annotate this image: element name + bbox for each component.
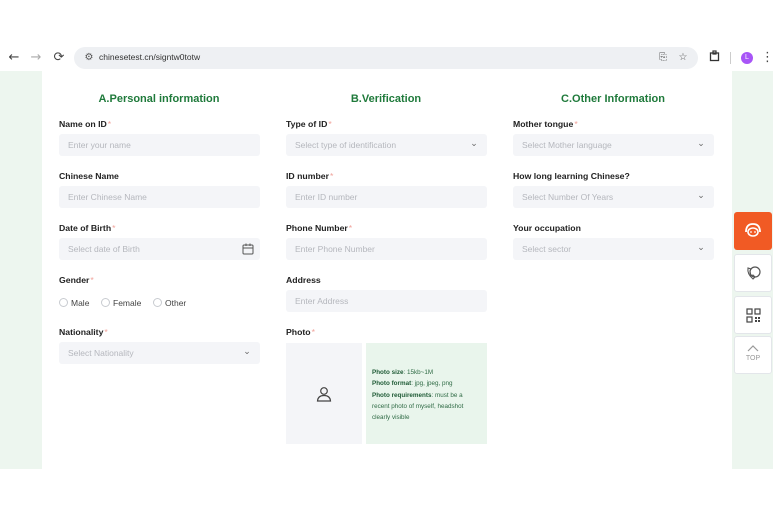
phone-contact-button[interactable] xyxy=(734,254,772,292)
mother-tongue-label: Mother tongue* xyxy=(513,119,578,129)
chinese-name-placeholder: Enter Chinese Name xyxy=(68,192,147,202)
phone-input[interactable]: Enter Phone Number xyxy=(286,238,487,260)
extensions-icon[interactable] xyxy=(707,50,723,66)
back-icon[interactable]: ← xyxy=(6,50,22,66)
phone-support-icon xyxy=(747,266,761,280)
photo-requirements-line: Photo requirements: must be a recent pho… xyxy=(372,391,464,422)
customer-service-button[interactable] xyxy=(734,212,772,250)
address-input[interactable]: Enter Address xyxy=(286,290,487,312)
calendar-icon[interactable] xyxy=(242,243,254,255)
user-icon xyxy=(316,387,332,402)
chevron-down-icon: ⌄ xyxy=(470,139,478,149)
mother-tongue-placeholder: Select Mother language xyxy=(522,140,612,150)
nationality-placeholder: Select Nationality xyxy=(68,348,134,358)
radio-circle[interactable] xyxy=(153,298,162,307)
required-marker: * xyxy=(311,327,315,337)
radio-circle[interactable] xyxy=(101,298,110,307)
chevron-down-icon: ⌄ xyxy=(697,243,705,253)
id-type-select[interactable]: Select type of identification ⌄ xyxy=(286,134,487,156)
photo-format-line: Photo format: jpg, jpeg, png xyxy=(372,380,453,388)
learning-duration-select[interactable]: Select Number Of Years ⌄ xyxy=(513,186,714,208)
id-number-placeholder: Enter ID number xyxy=(295,192,358,202)
dob-placeholder: Select date of Birth xyxy=(68,244,140,254)
required-marker: * xyxy=(329,171,334,181)
nationality-select[interactable]: Select Nationality ⌄ xyxy=(59,342,260,364)
required-marker: * xyxy=(348,223,353,233)
translate-icon[interactable]: ⎘ xyxy=(656,51,670,65)
headset-icon xyxy=(745,223,761,237)
section-title-other: C.Other Information xyxy=(561,93,665,105)
address-placeholder: Enter Address xyxy=(295,296,349,306)
section-title-verification: B.Verification xyxy=(350,93,422,105)
id-number-label: ID number* xyxy=(286,171,334,181)
reload-icon[interactable]: ⟳ xyxy=(51,50,67,66)
name-placeholder: Enter your name xyxy=(68,140,131,150)
id-number-input[interactable]: Enter ID number xyxy=(286,186,487,208)
id-type-placeholder: Select type of identification xyxy=(295,140,397,150)
toolbar-divider xyxy=(730,52,731,64)
address-label: Address xyxy=(286,275,321,285)
qr-code-button[interactable] xyxy=(734,296,772,334)
required-marker: * xyxy=(328,119,332,129)
chinese-name-label: Chinese Name xyxy=(59,171,119,181)
nationality-label: Nationality* xyxy=(59,327,108,337)
occupation-select[interactable]: Select sector ⌄ xyxy=(513,238,714,260)
learning-duration-label: How long learning Chinese? xyxy=(513,171,630,181)
browser-toolbar: ← → ⟳ ⚙ chinesetest.cn/signtw0totw ⎘ ☆ L… xyxy=(0,45,773,71)
back-to-top-button[interactable]: TOP xyxy=(734,336,772,374)
dob-label: Date of Birth* xyxy=(59,223,116,233)
required-marker: * xyxy=(112,223,116,233)
section-title-personal: A.Personal information xyxy=(98,93,220,105)
chevron-down-icon: ⌄ xyxy=(697,191,705,201)
page-background: A.Personal information B.Verification C.… xyxy=(0,71,773,469)
required-marker: * xyxy=(574,119,578,129)
bookmark-star-icon[interactable]: ☆ xyxy=(676,51,690,65)
menu-icon[interactable]: ⋮ xyxy=(761,50,773,66)
occupation-placeholder: Select sector xyxy=(522,244,572,254)
photo-label: Photo* xyxy=(286,327,315,337)
radio-circle[interactable] xyxy=(59,298,68,307)
mother-tongue-select[interactable]: Select Mother language ⌄ xyxy=(513,134,714,156)
required-marker: * xyxy=(107,119,112,129)
occupation-label: Your occupation xyxy=(513,223,581,233)
photo-requirements-box: Photo size: 15kb~1M Photo format: jpg, j… xyxy=(366,343,487,444)
profile-avatar[interactable]: L xyxy=(741,52,753,64)
name-input[interactable]: Enter your name xyxy=(59,134,260,156)
id-type-label: Type of ID* xyxy=(286,119,332,129)
url-text: chinesetest.cn/signtw0totw xyxy=(99,52,201,62)
photo-upload-area[interactable] xyxy=(286,343,362,444)
signup-form: A.Personal information B.Verification C.… xyxy=(42,71,732,469)
photo-size-line: Photo size: 15kb~1M xyxy=(372,369,434,376)
forward-icon[interactable]: → xyxy=(28,50,44,66)
dob-picker[interactable]: Select date of Birth xyxy=(59,238,260,260)
learning-duration-placeholder: Select Number Of Years xyxy=(522,192,614,202)
chevron-down-icon: ⌄ xyxy=(697,139,705,149)
qr-code-icon xyxy=(746,308,761,323)
phone-placeholder: Enter Phone Number xyxy=(295,244,375,254)
required-marker: * xyxy=(104,327,108,337)
phone-label: Phone Number* xyxy=(286,223,353,233)
required-marker: * xyxy=(90,275,94,285)
gender-label: Gender* xyxy=(59,275,94,285)
arrow-up-icon xyxy=(747,345,759,352)
back-to-top-label: TOP xyxy=(745,355,761,362)
chinese-name-input[interactable]: Enter Chinese Name xyxy=(59,186,260,208)
site-settings-icon[interactable]: ⚙ xyxy=(82,51,96,65)
chevron-down-icon: ⌄ xyxy=(243,347,251,357)
name-label: Name on ID* xyxy=(59,119,112,129)
address-bar[interactable]: ⚙ chinesetest.cn/signtw0totw ⎘ ☆ xyxy=(74,47,698,69)
